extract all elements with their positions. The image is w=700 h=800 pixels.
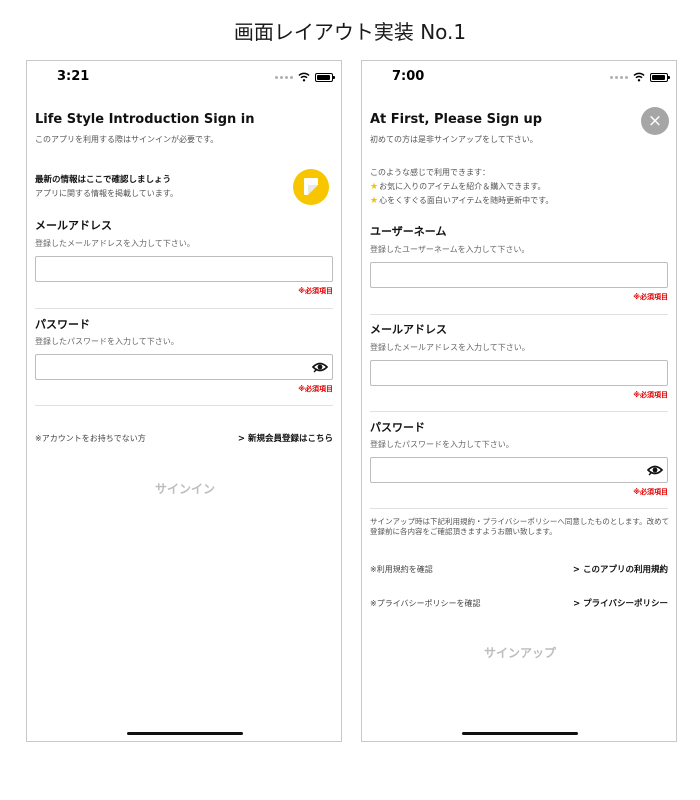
email-label: メールアドレス — [370, 323, 447, 336]
email-required-note: ※必須項目 — [633, 391, 668, 399]
status-icons — [275, 72, 335, 82]
status-time: 3:21 — [57, 69, 90, 84]
divider — [35, 308, 333, 309]
terms-note: サインアップ時は下記利用規約・プライバシーポリシーへ同意したものとします。改めて… — [370, 517, 670, 537]
username-label: ユーザーネーム — [370, 225, 447, 238]
signin-subtitle: このアプリを利用する際はサインインが必要です。 — [35, 135, 219, 144]
wifi-icon — [633, 72, 645, 82]
no-account-text: ※アカウントをお持ちでない方 — [35, 434, 146, 443]
home-indicator — [127, 732, 243, 735]
signup-screen: 7:00 At First, Please Sign up 初めての方は是非サイ… — [361, 60, 677, 742]
page-title: 画面レイアウト実装 No.1 — [233, 20, 467, 44]
privacy-check-text: ※プライバシーポリシーを確認 — [370, 599, 481, 608]
signin-screen: 3:21 Life Style Introduction Sign in このア… — [26, 60, 342, 742]
eye-icon[interactable] — [312, 361, 328, 373]
username-field[interactable] — [370, 262, 668, 288]
home-indicator — [462, 732, 578, 735]
email-label: メールアドレス — [35, 219, 112, 232]
battery-icon — [650, 72, 670, 82]
password-label: パスワード — [35, 318, 90, 331]
status-bar: 3:21 — [27, 69, 341, 89]
signup-button[interactable]: サインアップ — [362, 644, 678, 661]
divider — [370, 508, 668, 509]
close-button[interactable]: × — [641, 107, 669, 135]
status-bar: 7:00 — [362, 69, 676, 89]
status-icons — [610, 72, 670, 82]
signal-dots-icon — [275, 75, 293, 79]
usage-intro: このような感じで利用できます： — [370, 168, 490, 177]
divider — [370, 411, 668, 412]
star-icon: ★ — [370, 182, 379, 192]
close-icon: × — [647, 111, 663, 131]
email-hint: 登録したメールアドレスを入力して下さい。 — [35, 239, 195, 248]
terms-link[interactable]: > このアプリの利用規約 — [573, 563, 668, 575]
password-label: パスワード — [370, 421, 425, 434]
password-hint: 登録したパスワードを入力して下さい。 — [370, 440, 514, 449]
signin-title: Life Style Introduction Sign in — [35, 112, 255, 127]
wifi-icon — [298, 72, 310, 82]
status-time: 7:00 — [392, 69, 425, 84]
username-required-note: ※必須項目 — [633, 293, 668, 301]
divider — [35, 405, 333, 406]
info-subtitle: アプリに関する情報を掲載しています。 — [35, 189, 178, 198]
signal-dots-icon — [610, 75, 628, 79]
battery-icon — [315, 72, 335, 82]
password-hint: 登録したパスワードを入力して下さい。 — [35, 337, 179, 346]
password-field[interactable] — [370, 457, 668, 483]
password-field[interactable] — [35, 354, 333, 380]
email-required-note: ※必須項目 — [298, 287, 333, 295]
password-required-note: ※必須項目 — [633, 488, 668, 496]
divider — [370, 314, 668, 315]
star-icon: ★ — [370, 196, 379, 206]
email-field[interactable] — [370, 360, 668, 386]
note-button[interactable] — [293, 169, 329, 205]
eye-icon[interactable] — [647, 464, 663, 476]
username-hint: 登録したユーザーネームを入力して下さい。 — [370, 245, 530, 254]
register-link[interactable]: > 新規会員登録はこちら — [238, 432, 333, 444]
info-title: 最新の情報はここで確認しましょう — [35, 175, 172, 185]
signin-button[interactable]: サインイン — [27, 480, 343, 497]
email-hint: 登録したメールアドレスを入力して下さい。 — [370, 343, 530, 352]
signup-subtitle: 初めての方は是非サインアップをして下さい。 — [370, 135, 538, 144]
privacy-link[interactable]: > プライバシーポリシー — [573, 597, 668, 609]
email-field[interactable] — [35, 256, 333, 282]
password-required-note: ※必須項目 — [298, 385, 333, 393]
usage-item: ★心をくすぐる面白いアイテムを随時更新中です。 — [370, 196, 554, 206]
note-icon — [304, 178, 318, 195]
usage-item: ★お気に入りのアイテムを紹介＆購入できます。 — [370, 182, 546, 192]
signup-title: At First, Please Sign up — [370, 112, 543, 127]
terms-check-text: ※利用規約を確認 — [370, 565, 433, 574]
